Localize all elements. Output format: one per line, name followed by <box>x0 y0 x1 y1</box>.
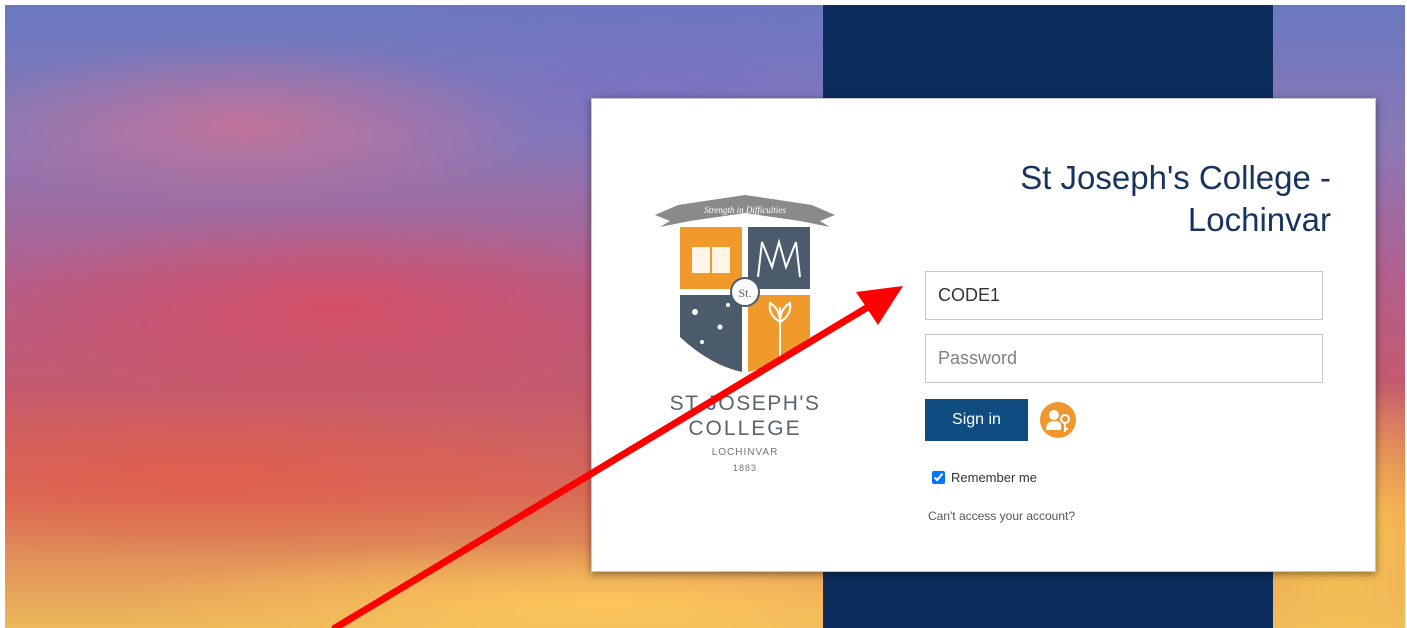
crest-shield-icon: Strength in Difficulties St. <box>655 195 835 372</box>
crest-location: LOCHINVAR <box>711 447 779 458</box>
cant-access-link[interactable]: Can't access your account? <box>928 509 1075 523</box>
title-line2: Lochinvar <box>1187 201 1331 238</box>
password-input[interactable] <box>925 334 1323 383</box>
remember-me-checkbox[interactable] <box>932 471 945 484</box>
svg-text:St.: St. <box>738 286 751 300</box>
page-title: St Joseph's College - Lochinvar <box>911 157 1331 241</box>
crest-name-line1: ST JOSEPH'S <box>669 392 821 415</box>
college-crest-logo: Strength in Difficulties St. ST JOSEPH'S… <box>650 187 840 487</box>
sign-in-button[interactable]: Sign in <box>925 399 1028 441</box>
crest-year: 1883 <box>732 463 758 473</box>
title-line1: St Joseph's College - <box>1020 159 1331 196</box>
login-card: Strength in Difficulties St. ST JOSEPH'S… <box>591 98 1376 572</box>
remember-me[interactable]: Remember me <box>932 470 1037 485</box>
key-person-icon[interactable] <box>1040 402 1076 438</box>
username-input[interactable] <box>925 271 1323 320</box>
svg-text:Strength in Difficulties: Strength in Difficulties <box>704 205 786 215</box>
remember-me-label: Remember me <box>951 470 1037 485</box>
crest-name-line2: COLLEGE <box>688 417 802 440</box>
